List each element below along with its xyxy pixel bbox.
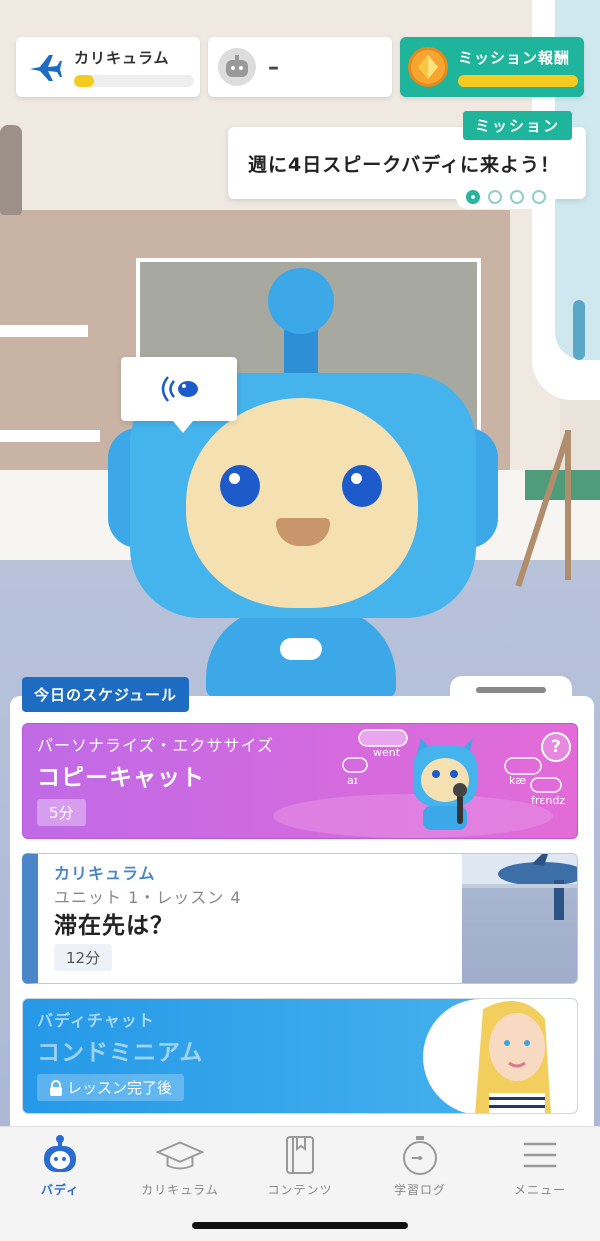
mission-reward-label: ミッション報酬 — [458, 49, 571, 67]
vase — [0, 125, 22, 215]
robot-face — [186, 398, 418, 608]
copycat-word: frɛndz — [531, 794, 566, 807]
panel-drag-tab[interactable] — [450, 676, 572, 716]
medal-icon — [408, 47, 448, 87]
nav-label: メニュー — [513, 1183, 566, 1197]
curriculum-label: カリキュラム — [74, 49, 170, 67]
shelf — [0, 430, 100, 442]
buddy-status-card[interactable]: – — [208, 37, 392, 97]
character-avatar — [475, 1001, 551, 1113]
buddy-icon — [36, 1133, 84, 1177]
copycat-subtitle: パーソナライズ・エクササイズ — [37, 736, 275, 755]
mission-reward-card[interactable]: ミッション報酬 — [400, 37, 584, 97]
buddy-chat-card[interactable]: バディチャット コンドミニアム レッスン完了後 — [22, 998, 578, 1114]
panel-drag-handle[interactable] — [476, 687, 546, 693]
copycat-word: went — [373, 746, 401, 759]
chat-title: コンドミニアム — [37, 1040, 204, 1066]
sound-wave-icon — [161, 376, 198, 402]
pager-dot[interactable] — [488, 190, 502, 204]
window-tree — [573, 300, 585, 360]
lock-icon — [50, 1079, 62, 1096]
pager-dot[interactable] — [532, 190, 546, 204]
chair — [525, 470, 600, 500]
pager-dot[interactable] — [466, 190, 480, 204]
stopwatch-icon — [396, 1133, 444, 1177]
curriculum-progress-fill — [74, 75, 95, 87]
copycat-exercise-card[interactable]: went aɪ kæ frɛndz パーソナライズ・エクササイズ コピーキャット… — [22, 723, 578, 839]
nav-label: カリキュラム — [141, 1183, 219, 1197]
nav-label: バディ — [40, 1183, 80, 1197]
copycat-duration: 5分 — [37, 799, 86, 826]
airplane-illustration — [462, 854, 577, 920]
nav-item-curriculum[interactable]: カリキュラム — [120, 1133, 240, 1203]
copycat-word: aɪ — [347, 774, 358, 787]
book-icon — [276, 1133, 324, 1177]
robot-eye-right — [342, 465, 382, 507]
shelf — [0, 325, 88, 337]
curriculum-progress-track — [74, 75, 194, 87]
robot-antenna-ball — [268, 268, 334, 334]
lesson-title: 滞在先は？ — [54, 913, 174, 939]
robot-avatar-icon — [218, 48, 256, 86]
lock-label: レッスン完了後 — [67, 1079, 173, 1097]
curriculum-progress-card[interactable]: カリキュラム — [16, 37, 200, 97]
curriculum-lesson-card[interactable]: カリキュラム ユニット 1・レッスン 4 滞在先は？ 12分 — [22, 853, 578, 984]
chat-locked-badge: レッスン完了後 — [37, 1074, 185, 1101]
voice-bubble[interactable] — [121, 357, 237, 433]
chat-subtitle: バディチャット — [37, 1011, 155, 1030]
nav-item-study-log[interactable]: 学習ログ — [360, 1133, 480, 1203]
lesson-unit: ユニット 1・レッスン 4 — [54, 888, 242, 907]
mission-tag: ミッション — [462, 111, 572, 140]
copycat-word: kæ — [509, 774, 527, 787]
nav-item-menu[interactable]: メニュー — [480, 1133, 600, 1203]
lesson-thumbnail — [462, 854, 577, 983]
mission-text: 週に4日スピークバディに来よう！ — [248, 154, 560, 176]
graduation-cap-icon — [156, 1133, 204, 1177]
mission-reward-progress — [458, 75, 578, 87]
chat-character-portrait — [423, 999, 577, 1113]
robot-buddy[interactable] — [108, 268, 498, 698]
nav-label: コンテンツ — [267, 1183, 333, 1197]
copycat-title: コピーキャット — [37, 765, 205, 791]
copycat-illustration — [273, 729, 562, 838]
airplane-icon — [30, 55, 62, 81]
robot-eye-left — [220, 465, 260, 507]
home-indicator[interactable] — [192, 1222, 408, 1229]
nav-item-buddy[interactable]: バディ — [0, 1133, 120, 1203]
chair-leg — [565, 430, 571, 580]
lesson-category: カリキュラム — [54, 864, 156, 883]
mission-pager[interactable] — [456, 185, 556, 209]
buddy-status-value: – — [268, 54, 279, 80]
lesson-duration: 12分 — [54, 944, 113, 971]
menu-icon — [516, 1133, 564, 1177]
help-button[interactable]: ? — [541, 732, 571, 762]
robot-badge — [280, 638, 322, 660]
nav-item-contents[interactable]: コンテンツ — [240, 1133, 360, 1203]
schedule-tab: 今日のスケジュール — [22, 677, 189, 712]
pager-dot[interactable] — [510, 190, 524, 204]
nav-label: 学習ログ — [393, 1183, 446, 1197]
